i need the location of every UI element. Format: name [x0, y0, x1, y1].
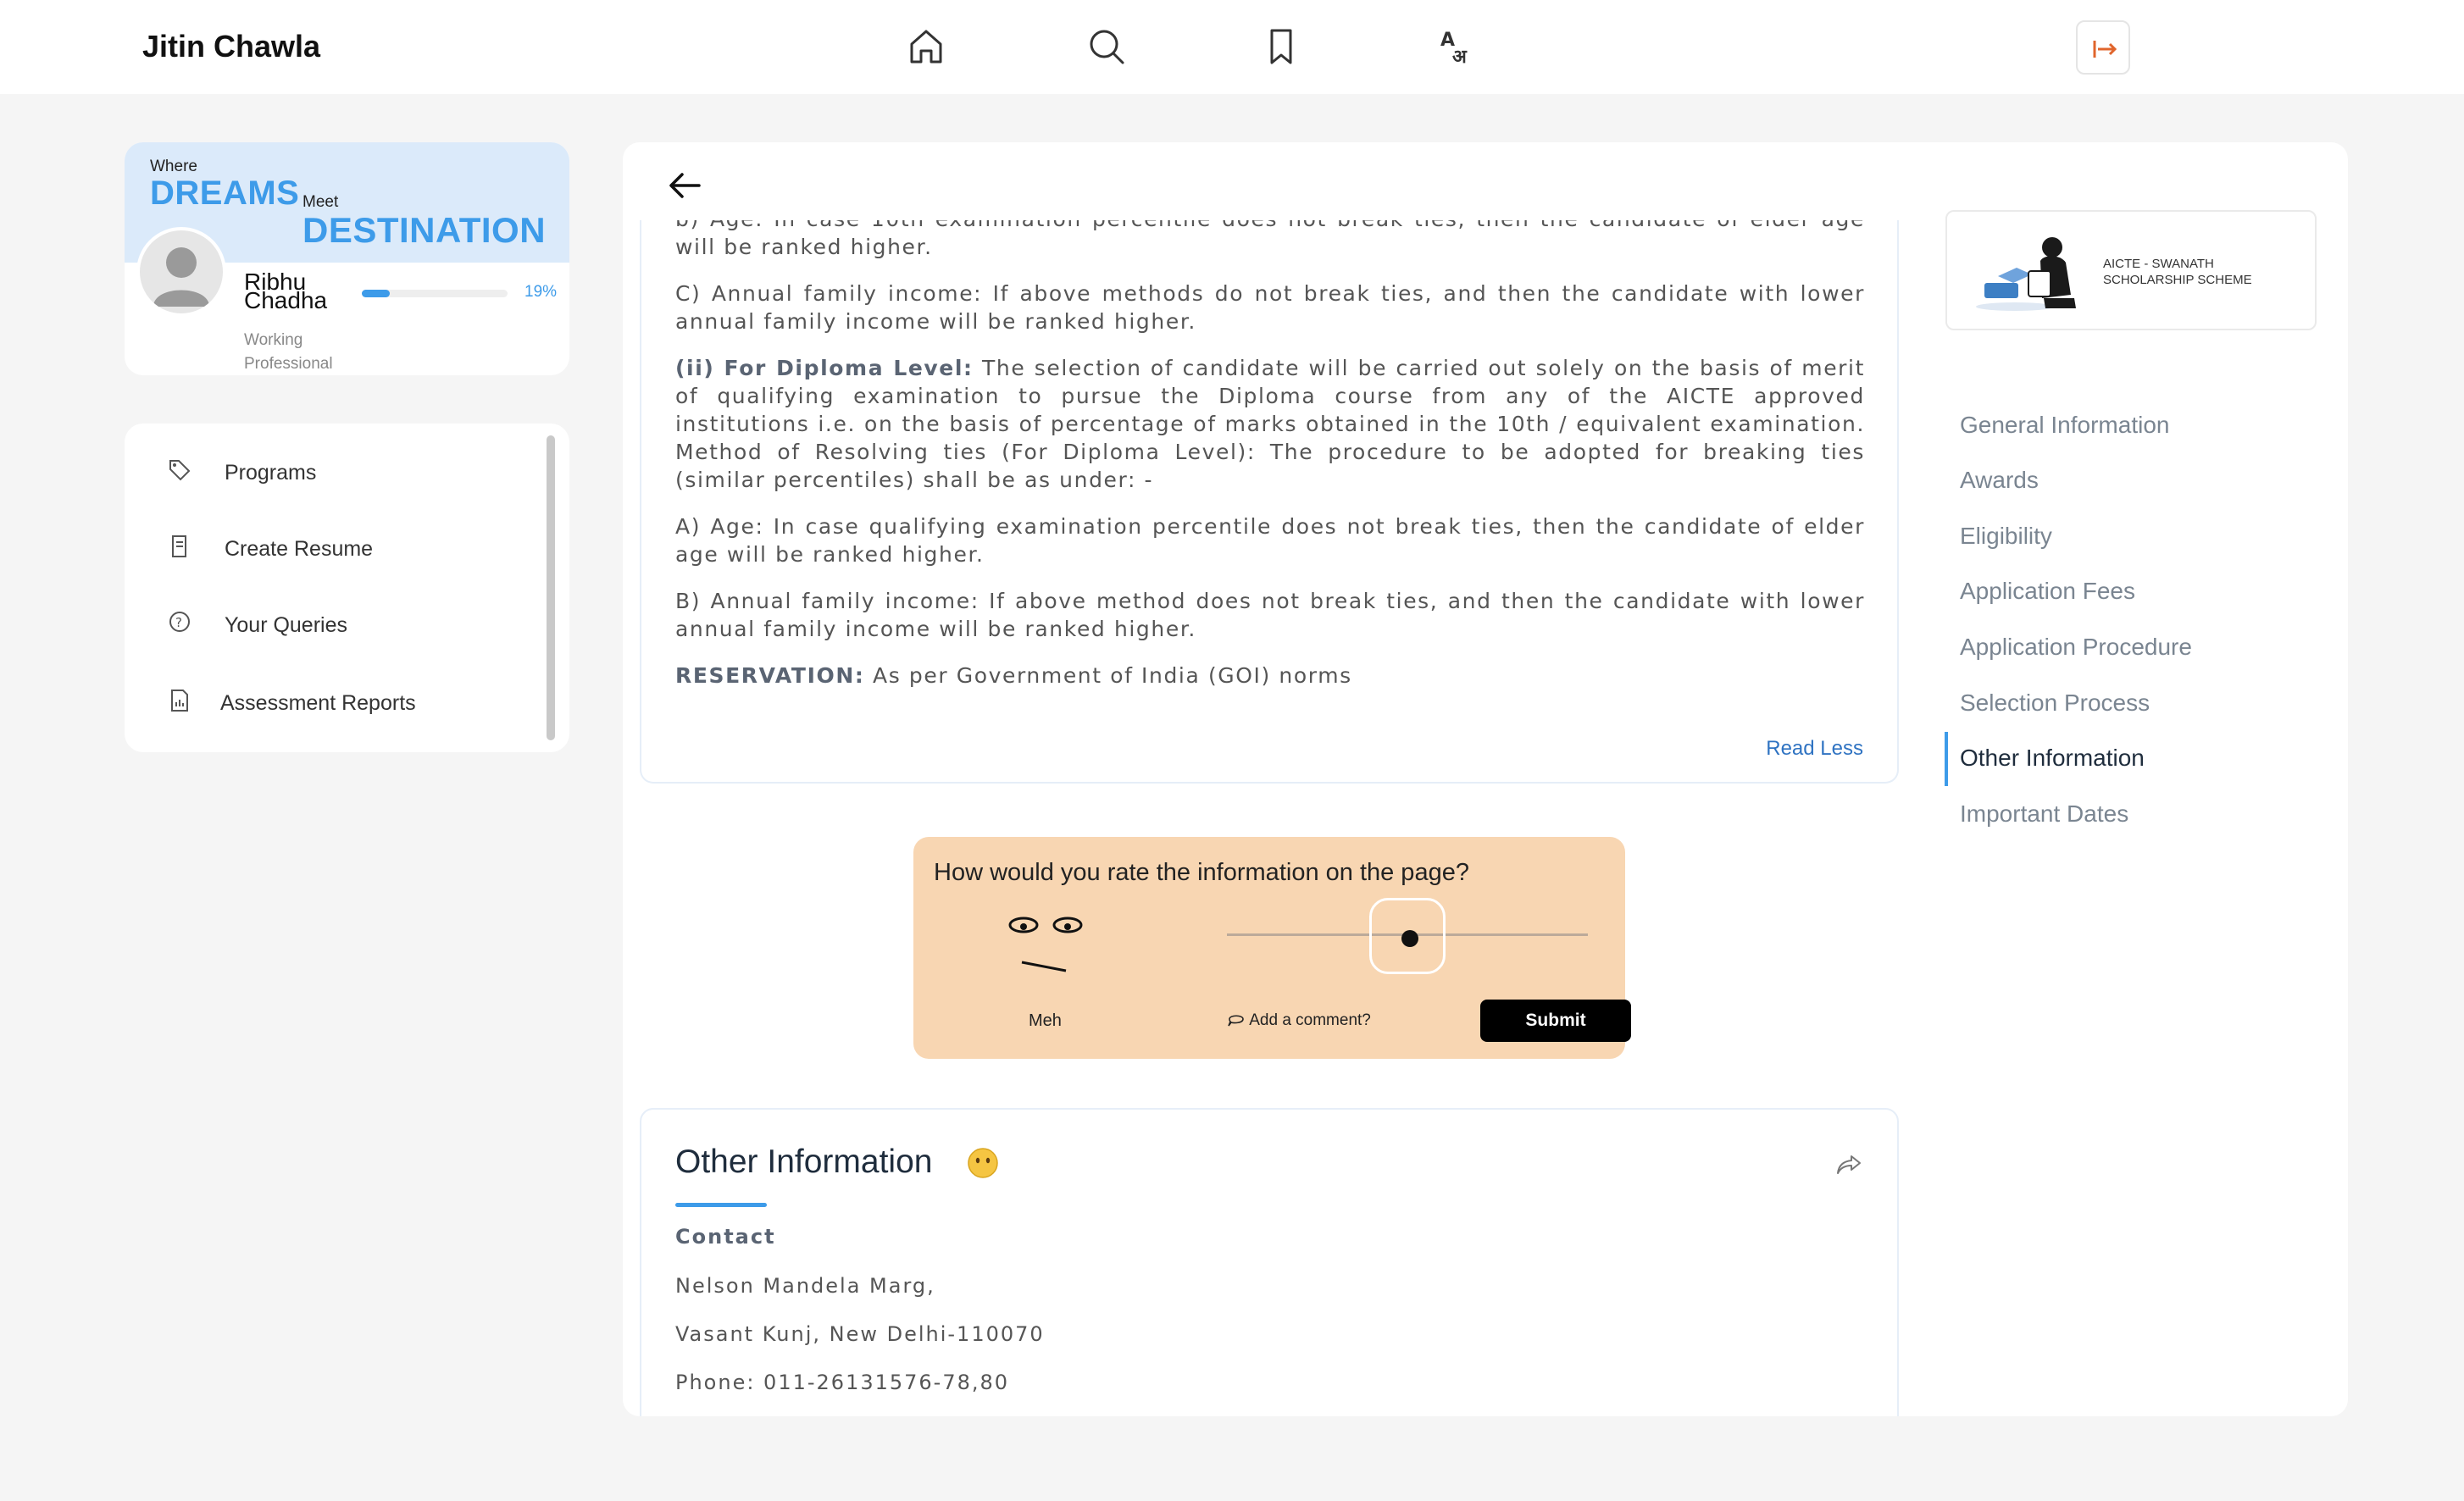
sidebar-item-assessment-reports[interactable]: Assessment Reports	[125, 673, 531, 732]
translate-icon[interactable]: Aअ	[1435, 24, 1481, 69]
share-icon[interactable]	[1834, 1150, 1863, 1179]
banner-meet: Meet	[302, 193, 339, 211]
rating-slider-thumb[interactable]	[1369, 898, 1446, 974]
sidebar-item-label: Create Resume	[225, 537, 374, 561]
sidebar-item-label: Programs	[225, 461, 317, 485]
sidebar-scrollbar[interactable]	[547, 435, 555, 740]
toc-item-awards[interactable]: Awards	[1960, 467, 2039, 494]
profile-progress-label: 19%	[524, 283, 558, 301]
svg-text:अ: अ	[1452, 47, 1468, 68]
toc-active-indicator	[1945, 732, 1948, 786]
meh-face-icon	[998, 913, 1108, 989]
banner-dreams: DREAMS	[150, 174, 300, 212]
selection-process-section: b) Age: In case 10th examination percent…	[640, 220, 1899, 784]
profile-role: Working Professional	[244, 331, 333, 373]
slider-dot	[1401, 930, 1418, 947]
paragraph: b) Age: In case 10th examination percent…	[675, 220, 1863, 259]
back-button[interactable]	[665, 166, 704, 205]
sidebar-item-programs[interactable]: Programs	[125, 442, 531, 501]
contact-line: Nelson Mandela Marg,	[675, 1274, 935, 1298]
tag-icon	[167, 457, 192, 483]
svg-text:?: ?	[175, 615, 182, 630]
add-comment-label: Add a comment?	[1249, 1011, 1371, 1029]
profile-progress-fill	[362, 290, 390, 297]
toc-item-application-fees[interactable]: Application Fees	[1960, 578, 2135, 605]
paragraph-text: As per Government of India (GOI) norms	[864, 663, 1352, 688]
paragraph-heading: (ii) For Diploma Level:	[675, 356, 974, 380]
profile-name: Ribhu Chadha	[244, 269, 328, 313]
paragraph: B) Annual family income: If above method…	[675, 589, 1865, 641]
toc-item-general-information[interactable]: General Information	[1960, 412, 2169, 439]
paragraph: A) Age: In case qualifying examination p…	[675, 514, 1865, 567]
user-avatar-icon	[153, 247, 209, 307]
logout-icon	[2093, 41, 2117, 58]
neutral-face-emoji-icon	[967, 1147, 999, 1179]
contact-heading: Contact	[675, 1225, 776, 1249]
top-bar: Jitin Chawla Aअ	[0, 0, 2464, 94]
profile-progress-bar	[362, 290, 508, 297]
arrow-left-icon	[669, 173, 701, 198]
question-icon: ?	[167, 610, 192, 635]
brand-name: Jitin Chawla	[142, 29, 321, 64]
search-icon[interactable]	[1084, 24, 1129, 69]
contact-line: Vasant Kunj, New Delhi-110070	[675, 1322, 1045, 1346]
section-title: Other Information	[675, 1144, 933, 1180]
read-less-link[interactable]: Read Less	[1766, 737, 1863, 761]
comment-icon	[1228, 1015, 1244, 1027]
toc-item-important-dates[interactable]: Important Dates	[1960, 800, 2128, 828]
avatar[interactable]	[136, 227, 226, 317]
scheme-card: AICTE - SWANATH SCHOLARSHIP SCHEME	[1945, 210, 2317, 330]
toc-item-other-information[interactable]: Other Information	[1960, 745, 2145, 772]
student-reading-illustration	[1973, 227, 2088, 315]
add-comment-link[interactable]: Add a comment?	[1227, 1011, 1371, 1030]
toc-item-selection-process[interactable]: Selection Process	[1960, 690, 2150, 717]
rating-face-label: Meh	[1029, 1011, 1062, 1030]
paragraph: RESERVATION: As per Government of India …	[675, 662, 1865, 690]
banner-destination: DESTINATION	[302, 210, 547, 250]
banner-where: Where	[150, 158, 197, 175]
document-icon	[167, 534, 192, 559]
logout-button[interactable]	[2076, 20, 2130, 75]
contact-line: Phone: 011-26131576-78,80	[675, 1371, 1010, 1394]
rating-widget: How would you rate the information on th…	[913, 837, 1631, 1059]
main-content: b) Age: In case 10th examination percent…	[623, 142, 2348, 1416]
paragraph: (ii) For Diploma Level: The selection of…	[675, 354, 1865, 494]
sidebar-item-your-queries[interactable]: ? Your Queries	[125, 595, 531, 654]
scheme-name: AICTE - SWANATH SCHOLARSHIP SCHEME	[2103, 257, 2252, 287]
other-information-section: Other Information Contact Nelson Mandela…	[640, 1108, 1899, 1416]
sidebar-menu: Programs Create Resume ? Your Queries As…	[125, 424, 569, 752]
home-icon[interactable]	[903, 24, 949, 69]
bookmark-icon[interactable]	[1258, 24, 1304, 69]
submit-button[interactable]: Submit	[1480, 1000, 1631, 1042]
rating-question: How would you rate the information on th…	[934, 859, 1469, 886]
title-underline	[675, 1203, 767, 1207]
sidebar-item-label: Your Queries	[225, 613, 347, 637]
profile-card: Where DREAMS Meet DESTINATION Ribhu Chad…	[125, 142, 569, 375]
sidebar-item-create-resume[interactable]: Create Resume	[125, 518, 531, 578]
sidebar-item-label: Assessment Reports	[220, 691, 416, 715]
toc-item-application-procedure[interactable]: Application Procedure	[1960, 634, 2192, 661]
report-icon	[167, 688, 192, 713]
toc-item-eligibility[interactable]: Eligibility	[1960, 523, 2052, 550]
paragraph-heading: RESERVATION:	[675, 663, 865, 688]
paragraph: C) Annual family income: If above method…	[675, 281, 1865, 334]
section-body: b) Age: In case 10th examination percent…	[675, 220, 1865, 708]
